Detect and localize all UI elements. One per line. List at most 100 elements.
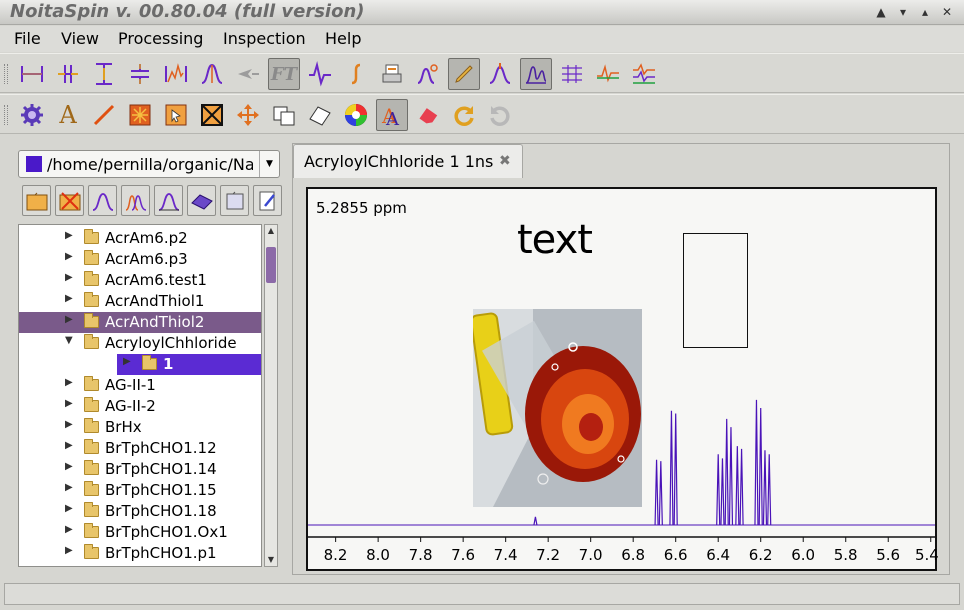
tree-row[interactable]: ▶ BrTphCHO1.p1 bbox=[19, 543, 261, 564]
tree-row[interactable]: ▶ AG-II-2 bbox=[19, 396, 261, 417]
peak-label-button[interactable] bbox=[412, 58, 444, 90]
chevron-right-icon[interactable]: ▶ bbox=[65, 419, 73, 430]
pencil-button[interactable] bbox=[448, 58, 480, 90]
tree-row[interactable]: ▶ AcrAndThiol2 bbox=[19, 312, 261, 333]
chevron-down-icon[interactable]: ▼ bbox=[65, 335, 73, 346]
chevron-right-icon[interactable]: ▶ bbox=[65, 524, 73, 535]
close-icon[interactable]: ✕ bbox=[938, 3, 956, 21]
open-folder-button[interactable] bbox=[22, 185, 51, 216]
tab-close-icon[interactable]: ✖ bbox=[499, 153, 511, 169]
chevron-right-icon[interactable]: ▶ bbox=[65, 545, 73, 556]
eraser-shape-button[interactable] bbox=[304, 99, 336, 131]
chevron-right-icon[interactable]: ▶ bbox=[65, 503, 73, 514]
toolbar-grip-2[interactable] bbox=[4, 105, 8, 125]
peak-pick-button[interactable] bbox=[196, 58, 228, 90]
tree-row[interactable]: ▶ BrTphCHO1.12 bbox=[19, 438, 261, 459]
tree-row[interactable]: ▶ BrTphCHO1.15 bbox=[19, 480, 261, 501]
tree-row[interactable]: ▶ BrTphCHO1.Ox1 bbox=[19, 522, 261, 543]
menu-file[interactable]: File bbox=[14, 29, 41, 48]
shift-lr-button[interactable] bbox=[52, 58, 84, 90]
print-button[interactable] bbox=[376, 58, 408, 90]
folder-close-icon bbox=[59, 191, 80, 210]
chevron-right-icon[interactable]: ▶ bbox=[65, 377, 73, 388]
tree-row[interactable]: ▶ BrTphCHO1.18 bbox=[19, 501, 261, 522]
tree-row[interactable]: ▶ BrTphCHO1.14 bbox=[19, 459, 261, 480]
tree-row-label: AcrAndThiol1 bbox=[105, 292, 205, 310]
chevron-right-icon[interactable]: ▶ bbox=[65, 461, 73, 472]
settings-button[interactable] bbox=[16, 99, 48, 131]
scroll-down-icon[interactable]: ▼ bbox=[265, 554, 277, 566]
toolbar-grip[interactable] bbox=[4, 64, 8, 84]
tree-scrollbar[interactable]: ▲ ▼ bbox=[264, 224, 278, 567]
tree-row[interactable]: ▶ AcrAm6.p3 bbox=[19, 249, 261, 270]
settings-doc-button[interactable] bbox=[253, 185, 282, 216]
close-folder-button[interactable] bbox=[55, 185, 84, 216]
spectrum-view-button[interactable] bbox=[520, 58, 552, 90]
peak-button[interactable] bbox=[484, 58, 516, 90]
chevron-right-icon[interactable]: ▶ bbox=[65, 440, 73, 451]
copy-tool-button[interactable] bbox=[268, 99, 300, 131]
tree-row[interactable]: ▶ AcrAndThiol1 bbox=[19, 291, 261, 312]
folder-copy-button[interactable] bbox=[220, 185, 249, 216]
chevron-right-icon[interactable]: ▶ bbox=[65, 314, 73, 325]
chevron-right-icon[interactable]: ▶ bbox=[65, 398, 73, 409]
chevron-right-icon[interactable]: ▶ bbox=[65, 251, 73, 262]
menu-help[interactable]: Help bbox=[325, 29, 361, 48]
zoom-spectrum-button[interactable] bbox=[160, 58, 192, 90]
eraser-button[interactable] bbox=[412, 99, 444, 131]
path-combobox[interactable]: /home/pernilla/organic/Nar ▼ bbox=[18, 150, 280, 178]
file-tree[interactable]: ▶ AcrAm6.p2 ▶ AcrAm6.p3 ▶ AcrAm6.test1 ▶ AcrAnd… bbox=[18, 224, 262, 567]
redo-button[interactable] bbox=[448, 99, 480, 131]
spectrum-alt-button[interactable] bbox=[154, 185, 183, 216]
tree-row-label: BrHx bbox=[105, 418, 142, 436]
scroll-up-icon[interactable]: ▲ bbox=[265, 225, 277, 237]
multi-spectrum-button[interactable] bbox=[121, 185, 150, 216]
menu-processing[interactable]: Processing bbox=[118, 29, 203, 48]
tree-row[interactable]: ▶ AG-II-1 bbox=[19, 375, 261, 396]
pointer-button[interactable] bbox=[232, 58, 264, 90]
overlay-button[interactable] bbox=[628, 58, 660, 90]
spectrum-1d-button[interactable] bbox=[88, 185, 117, 216]
chevron-right-icon[interactable]: ▶ bbox=[65, 293, 73, 304]
burst-tool-button[interactable] bbox=[124, 99, 156, 131]
x-tick-label: 5.6 bbox=[876, 546, 901, 564]
undo-button[interactable] bbox=[484, 99, 516, 131]
chevron-right-icon[interactable]: ▶ bbox=[123, 356, 131, 367]
phase-button[interactable] bbox=[304, 58, 336, 90]
tree-row[interactable]: ▶ 1 bbox=[117, 354, 261, 375]
menu-view[interactable]: View bbox=[61, 29, 99, 48]
tree-row[interactable]: ▼ AcryloylChhloride bbox=[19, 333, 261, 354]
compress-v-button[interactable] bbox=[124, 58, 156, 90]
grid-button[interactable] bbox=[556, 58, 588, 90]
minimize-icon[interactable]: ▾ bbox=[894, 3, 912, 21]
menu-inspection[interactable]: Inspection bbox=[223, 29, 306, 48]
crossed-box-button[interactable] bbox=[196, 99, 228, 131]
keep-above-icon[interactable]: ▲ bbox=[872, 3, 890, 21]
expand-v-button[interactable] bbox=[88, 58, 120, 90]
flask-photo-image[interactable] bbox=[473, 309, 642, 507]
integral-button[interactable] bbox=[340, 58, 372, 90]
undo-icon bbox=[490, 106, 510, 126]
chevron-right-icon[interactable]: ▶ bbox=[65, 272, 73, 283]
color-picker-button[interactable] bbox=[340, 99, 372, 131]
move-tool-button[interactable] bbox=[232, 99, 264, 131]
chevron-right-icon[interactable]: ▶ bbox=[65, 230, 73, 241]
ft-button[interactable]: FT bbox=[268, 58, 300, 90]
chevron-right-icon[interactable]: ▶ bbox=[65, 482, 73, 493]
maximize-icon[interactable]: ▴ bbox=[916, 3, 934, 21]
font-button[interactable]: AA bbox=[376, 99, 408, 131]
chevron-down-icon[interactable]: ▼ bbox=[259, 151, 279, 177]
spectrum-canvas[interactable]: 5.2855 ppm text 8.2 8.0 7.8 7.6 7.4 7.2 7.0 6.8… bbox=[306, 187, 939, 571]
tree-row[interactable]: ▶ BrHx bbox=[19, 417, 261, 438]
compare-button[interactable] bbox=[592, 58, 624, 90]
spectrum-peak bbox=[669, 410, 674, 526]
tree-row[interactable]: ▶ AcrAm6.test1 bbox=[19, 270, 261, 291]
text-tool-button[interactable]: A bbox=[52, 99, 84, 131]
tab-spectrum[interactable]: AcryloylChhloride 1 1ns ✖ bbox=[293, 144, 523, 178]
line-tool-button[interactable] bbox=[88, 99, 120, 131]
expand-h-button[interactable] bbox=[16, 58, 48, 90]
scrollbar-thumb[interactable] bbox=[266, 247, 276, 283]
tree-row[interactable]: ▶ AcrAm6.p2 bbox=[19, 228, 261, 249]
3d-spectrum-button[interactable] bbox=[187, 185, 216, 216]
select-tool-button[interactable] bbox=[160, 99, 192, 131]
